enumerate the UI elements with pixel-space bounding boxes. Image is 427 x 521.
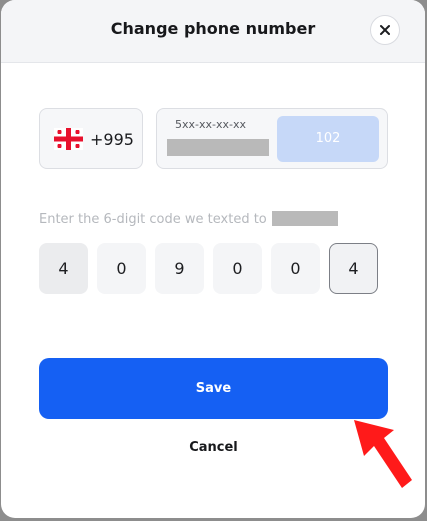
otp-digit-4[interactable]: 0 xyxy=(213,243,262,294)
instruction-text: Enter the 6-digit code we texted to xyxy=(39,212,267,227)
verification-instruction: Enter the 6-digit code we texted to xyxy=(39,211,338,227)
country-code-selector[interactable]: +995 xyxy=(39,108,143,169)
phone-number-field[interactable]: 5xx-xx-xx-xx 102 xyxy=(156,108,388,169)
send-code-button[interactable]: 102 xyxy=(277,116,379,162)
otp-digit-5[interactable]: 0 xyxy=(271,243,320,294)
modal-header: Change phone number xyxy=(1,0,425,63)
dial-code: +995 xyxy=(90,130,134,149)
otp-digit-2[interactable]: 0 xyxy=(97,243,146,294)
save-button[interactable]: Save xyxy=(39,358,388,419)
georgia-flag-icon xyxy=(54,128,83,150)
close-icon xyxy=(380,25,390,35)
otp-digit-6[interactable]: 4 xyxy=(329,243,378,294)
otp-digit-1[interactable]: 4 xyxy=(39,243,88,294)
phone-format-hint: 5xx-xx-xx-xx xyxy=(175,118,246,131)
red-pointer-arrow-icon xyxy=(354,420,412,488)
redacted-phone-number xyxy=(167,139,269,156)
cancel-button[interactable]: Cancel xyxy=(39,440,388,460)
redacted-phone-number xyxy=(271,211,338,226)
modal-title: Change phone number xyxy=(110,19,316,38)
otp-digit-3[interactable]: 9 xyxy=(155,243,204,294)
close-button[interactable] xyxy=(370,15,400,45)
